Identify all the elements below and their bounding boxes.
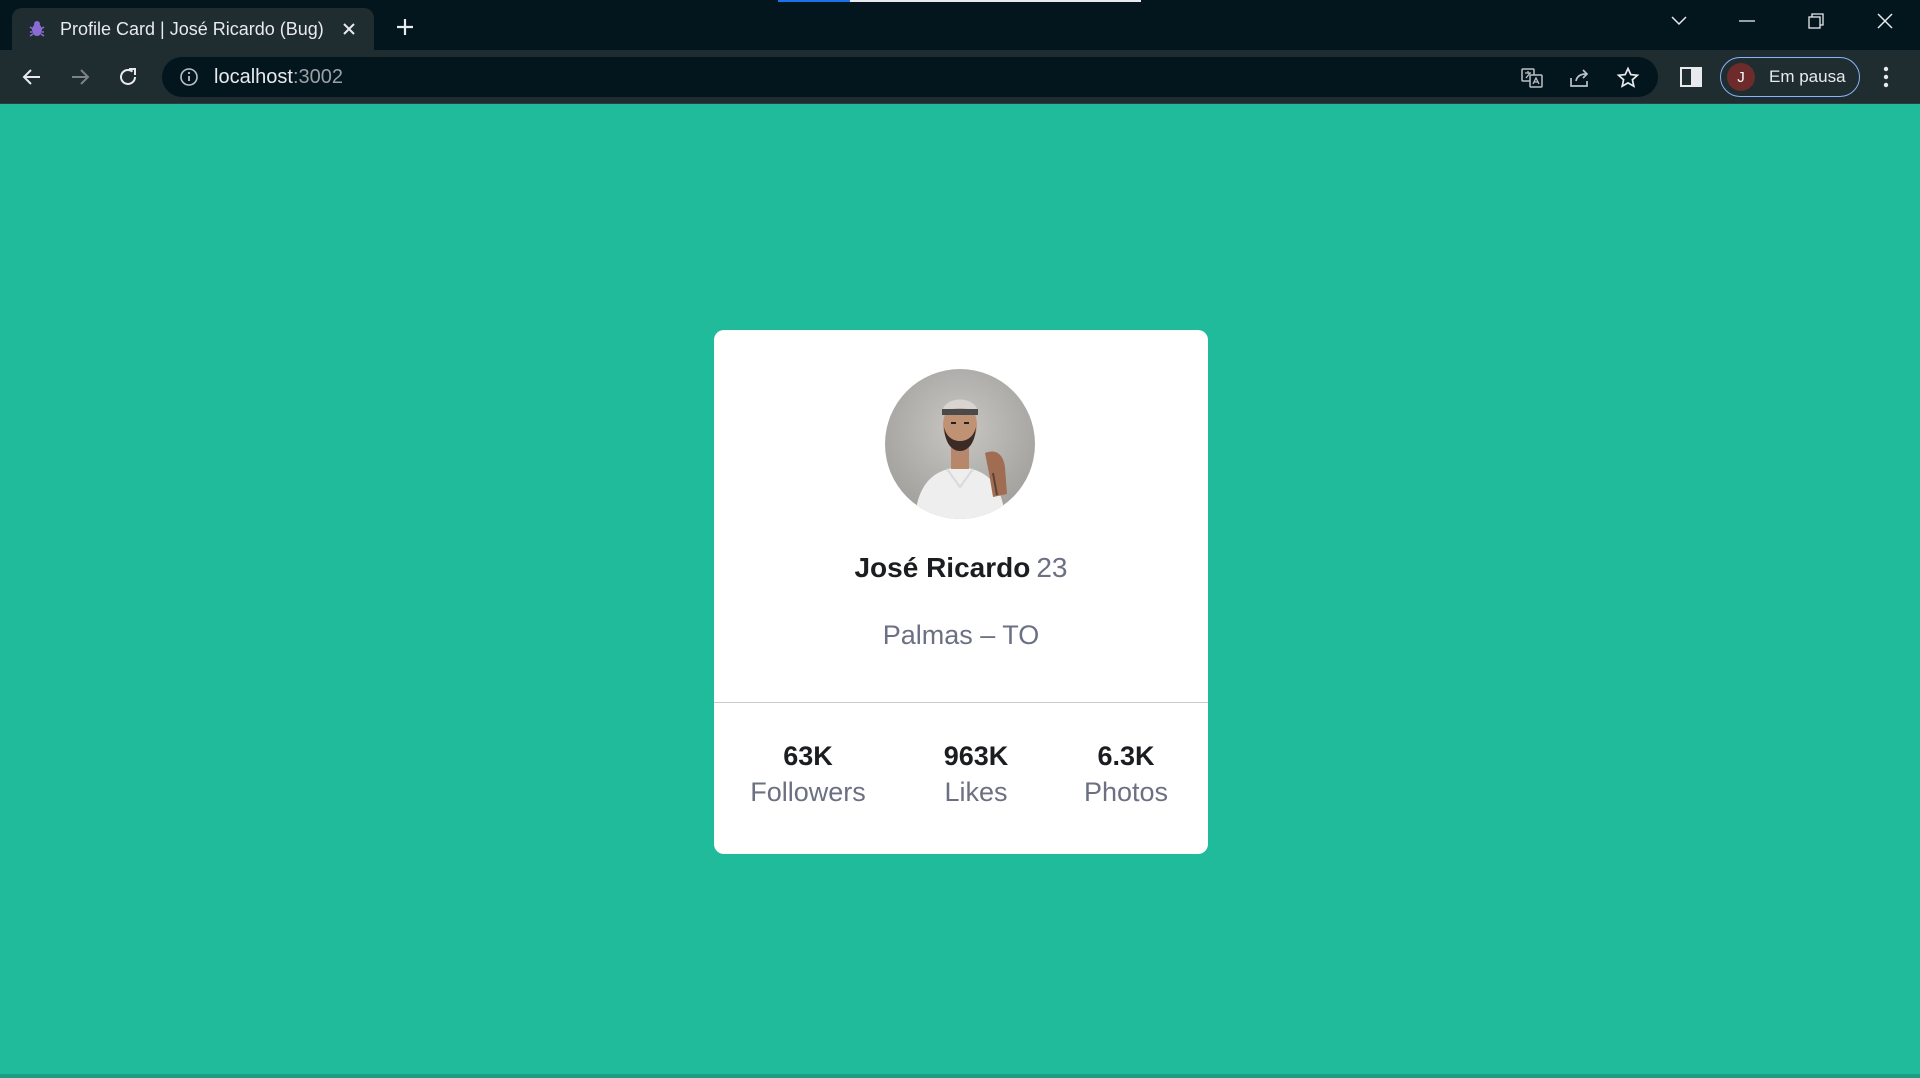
stat-value: 963K xyxy=(943,741,1009,771)
kebab-menu-icon[interactable] xyxy=(1874,62,1898,92)
profile-location: Palmas – TO xyxy=(882,620,1040,650)
window-close-icon[interactable] xyxy=(1862,6,1908,36)
url-host: localhost xyxy=(214,65,293,88)
profile-button[interactable]: J Em pausa xyxy=(1720,57,1860,97)
profile-card: José Ricardo 23 Palmas – TO 63K Followers… xyxy=(714,330,1208,854)
browser-toolbar: localhost:3002 J Em pausa xyxy=(0,50,1920,104)
stat-value: 6.3K xyxy=(1097,741,1155,771)
bug-icon xyxy=(26,18,48,40)
browser-tab-active[interactable]: Profile Card | José Ricardo (Bug) xyxy=(12,8,374,50)
star-icon[interactable] xyxy=(1616,66,1640,90)
stat-photos: 6.3K Photos xyxy=(1066,741,1186,808)
stat-label: Followers xyxy=(750,777,866,807)
browser-titlebar: Profile Card | José Ricardo (Bug) xyxy=(0,0,1920,50)
forward-arrow-icon[interactable] xyxy=(64,61,96,93)
profile-avatar: J xyxy=(1727,63,1755,91)
info-icon[interactable] xyxy=(178,66,200,88)
tab-title: Profile Card | José Ricardo (Bug) xyxy=(60,18,324,39)
stat-label: Likes xyxy=(944,777,1008,807)
loading-indicator xyxy=(778,0,1141,2)
share-icon[interactable] xyxy=(1568,66,1592,90)
restore-icon[interactable] xyxy=(1793,6,1839,36)
side-panel-icon[interactable] xyxy=(1677,63,1705,91)
profile-age: 23 xyxy=(1036,552,1068,583)
plus-icon[interactable] xyxy=(390,12,420,42)
stat-followers: 63K Followers xyxy=(748,741,868,808)
minimize-icon[interactable] xyxy=(1724,6,1770,36)
card-divider xyxy=(714,702,1208,703)
translate-icon[interactable] xyxy=(1520,66,1544,90)
profile-photo xyxy=(885,369,1035,519)
profile-status: Em pausa xyxy=(1769,67,1846,86)
back-arrow-icon[interactable] xyxy=(16,61,48,93)
chevron-down-icon[interactable] xyxy=(1656,6,1702,36)
page-bottom-edge xyxy=(0,1074,1920,1078)
address-bar[interactable]: localhost:3002 xyxy=(162,57,1658,97)
url-port: :3002 xyxy=(292,65,343,88)
stat-value: 63K xyxy=(783,741,833,771)
close-icon[interactable] xyxy=(338,18,360,40)
profile-name-line: José Ricardo 23 xyxy=(714,552,1208,584)
profile-name: José Ricardo xyxy=(854,552,1031,583)
stat-likes: 963K Likes xyxy=(916,741,1036,808)
reload-icon[interactable] xyxy=(112,61,144,93)
stat-label: Photos xyxy=(1083,777,1169,807)
